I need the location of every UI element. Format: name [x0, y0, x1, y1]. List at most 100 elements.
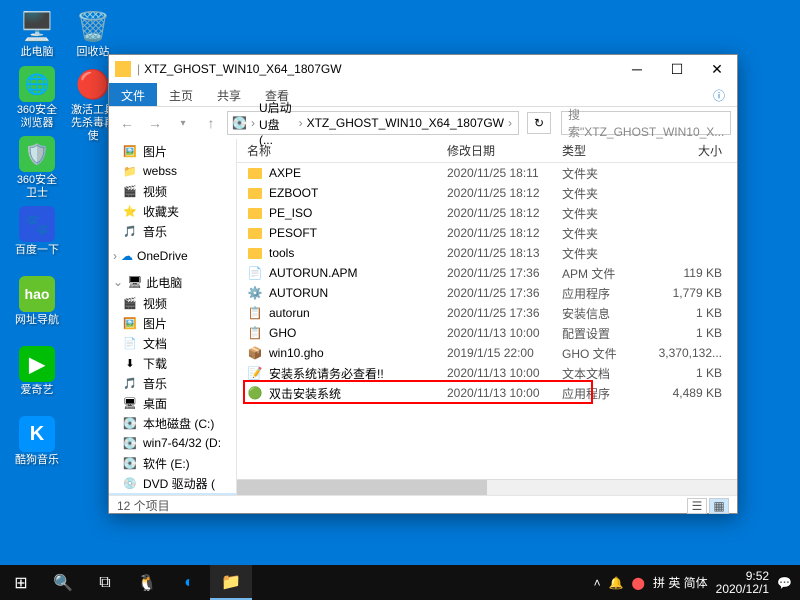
- tray-chevron-icon[interactable]: ˄: [594, 576, 601, 590]
- file-row[interactable]: 📝安装系统请务必查看!!2020/11/13 10:00文本文档1 KB: [237, 363, 737, 383]
- col-type[interactable]: 类型: [562, 142, 652, 159]
- history-dropdown[interactable]: ▾: [171, 111, 195, 135]
- tab-home[interactable]: 主页: [157, 83, 205, 106]
- file-icon: 📋: [247, 305, 263, 321]
- file-size: 3,370,132...: [652, 346, 722, 360]
- file-row[interactable]: 📄AUTORUN.APM2020/11/25 17:36APM 文件119 KB: [237, 263, 737, 283]
- sidebar-item[interactable]: 💽本地磁盘 (C:): [109, 413, 236, 433]
- taskbar-clock[interactable]: 9:52 2020/12/1: [716, 570, 769, 596]
- tray-icon-1[interactable]: 🔔: [609, 576, 624, 590]
- nav-icon: 🎬: [123, 184, 137, 198]
- file-row[interactable]: 📋GHO2020/11/13 10:00配置设置1 KB: [237, 323, 737, 343]
- sidebar-item[interactable]: 📁webss: [109, 161, 236, 181]
- nav-icon: ⭐: [123, 204, 137, 218]
- tray-ime[interactable]: 拼 英 简体: [653, 574, 708, 591]
- col-date[interactable]: 修改日期: [447, 142, 562, 159]
- desktop-icon[interactable]: ▶爱奇艺: [12, 346, 62, 397]
- taskbar-explorer[interactable]: 📁: [210, 565, 252, 600]
- file-row[interactable]: 📋autorun2020/11/25 17:36安装信息1 KB: [237, 303, 737, 323]
- desktop-icon[interactable]: 🌐360安全浏览器: [12, 66, 62, 130]
- col-size[interactable]: 大小: [652, 142, 722, 159]
- sidebar-item[interactable]: 🖥桌面: [109, 393, 236, 413]
- sidebar-thispc[interactable]: ⌄🖥此电脑: [109, 271, 236, 293]
- back-button[interactable]: ←: [115, 111, 139, 135]
- nav-icon: 🖼️: [123, 316, 137, 330]
- file-row[interactable]: 🟢双击安装系统2020/11/13 10:00应用程序4,489 KB: [237, 383, 737, 403]
- file-row[interactable]: AXPE2020/11/25 18:11文件夹: [237, 163, 737, 183]
- sidebar-item[interactable]: 📄 文档: [109, 333, 236, 353]
- nav-label: 图片: [143, 143, 167, 160]
- sidebar-item[interactable]: 🖼️图片: [109, 313, 236, 333]
- file-name: tools: [269, 246, 447, 260]
- desktop-icon[interactable]: 🗑️回收站: [68, 8, 118, 59]
- file-icon: [247, 225, 263, 241]
- minimize-button[interactable]: ─: [617, 55, 657, 83]
- tray-notifications-icon[interactable]: 💬: [777, 576, 792, 590]
- file-name: AUTORUN: [269, 286, 447, 300]
- sidebar-item[interactable]: 🖼️ 图片: [109, 141, 236, 161]
- nav-label: 音乐: [143, 375, 167, 392]
- view-icons-button[interactable]: ▦: [709, 498, 729, 514]
- address-bar[interactable]: 💽 › U启动U盘 (... › XTZ_GHOST_WIN10_X64_180…: [227, 111, 519, 135]
- file-tab[interactable]: 文件: [109, 83, 157, 106]
- sidebar-item[interactable]: 💽win7-64/32 (D:: [109, 433, 236, 453]
- file-icon: [247, 165, 263, 181]
- close-button[interactable]: ✕: [697, 55, 737, 83]
- file-row[interactable]: tools2020/11/25 18:13文件夹: [237, 243, 737, 263]
- view-details-button[interactable]: ☰: [687, 498, 707, 514]
- taskview-button[interactable]: ⧉: [84, 565, 126, 600]
- sidebar-item[interactable]: 💿DVD 驱动器 (: [109, 473, 236, 493]
- sidebar-item[interactable]: 🎬视频: [109, 293, 236, 313]
- col-name[interactable]: 名称: [247, 142, 447, 159]
- desktop-icon[interactable]: hao网址导航: [12, 276, 62, 327]
- taskbar-app-2[interactable]: ◐: [168, 565, 210, 600]
- nav-label: 文档: [143, 335, 167, 352]
- sidebar-item[interactable]: 🎵音乐: [109, 373, 236, 393]
- file-size: 1 KB: [652, 366, 722, 380]
- file-row[interactable]: 📦win10.gho2019/1/15 22:00GHO 文件3,370,132…: [237, 343, 737, 363]
- desktop-icon[interactable]: 🛡️360安全卫士: [12, 136, 62, 200]
- scrollbar-horizontal[interactable]: [237, 479, 737, 495]
- app-icon: 🖥️: [19, 8, 55, 44]
- sidebar-item[interactable]: 💽软件 (E:): [109, 453, 236, 473]
- start-button[interactable]: ⊞: [0, 565, 42, 600]
- file-icon: 📄: [247, 265, 263, 281]
- file-row[interactable]: EZBOOT2020/11/25 18:12文件夹: [237, 183, 737, 203]
- sidebar-item[interactable]: ⬇下载: [109, 353, 236, 373]
- up-button[interactable]: ↑: [199, 111, 223, 135]
- file-date: 2020/11/13 10:00: [447, 326, 562, 340]
- file-row[interactable]: PESOFT2020/11/25 18:12文件夹: [237, 223, 737, 243]
- sidebar-onedrive[interactable]: ›☁OneDrive: [109, 245, 236, 267]
- nav-icon: 🖼️: [123, 144, 137, 158]
- file-name: AUTORUN.APM: [269, 266, 447, 280]
- nav-icon: 📄: [123, 336, 137, 350]
- file-date: 2020/11/25 18:13: [447, 246, 562, 260]
- maximize-button[interactable]: ☐: [657, 55, 697, 83]
- desktop-icon[interactable]: 🐾百度一下: [12, 206, 62, 257]
- file-size: 4,489 KB: [652, 386, 722, 400]
- nav-label: win7-64/32 (D:: [143, 436, 221, 450]
- file-date: 2020/11/13 10:00: [447, 386, 562, 400]
- sidebar-item[interactable]: ⭐收藏夹: [109, 201, 236, 221]
- sidebar-item[interactable]: 🎬视频: [109, 181, 236, 201]
- file-name: autorun: [269, 306, 447, 320]
- desktop-icon[interactable]: 🖥️此电脑: [12, 8, 62, 59]
- refresh-button[interactable]: ↻: [527, 112, 551, 134]
- file-icon: [247, 185, 263, 201]
- tray-icon-2[interactable]: ⬤: [632, 576, 645, 590]
- forward-button[interactable]: →: [143, 111, 167, 135]
- file-row[interactable]: PE_ISO2020/11/25 18:12文件夹: [237, 203, 737, 223]
- search-input[interactable]: 搜索"XTZ_GHOST_WIN10_X...: [561, 111, 731, 135]
- sidebar-item[interactable]: 💽U启动U盘 (G:): [109, 493, 236, 495]
- file-date: 2020/11/25 17:36: [447, 266, 562, 280]
- taskbar-app-1[interactable]: 🐧: [126, 565, 168, 600]
- ribbon-help[interactable]: ⓘ: [701, 83, 737, 106]
- file-row[interactable]: ⚙️AUTORUN2020/11/25 17:36应用程序1,779 KB: [237, 283, 737, 303]
- tab-share[interactable]: 共享: [205, 83, 253, 106]
- file-name: EZBOOT: [269, 186, 447, 200]
- sidebar-item[interactable]: 🎵音乐: [109, 221, 236, 241]
- breadcrumb-1[interactable]: XTZ_GHOST_WIN10_X64_1807GW: [307, 116, 504, 130]
- titlebar[interactable]: | XTZ_GHOST_WIN10_X64_1807GW ─ ☐ ✕: [109, 55, 737, 83]
- search-button[interactable]: 🔍: [42, 565, 84, 600]
- desktop-icon[interactable]: K酷狗音乐: [12, 416, 62, 467]
